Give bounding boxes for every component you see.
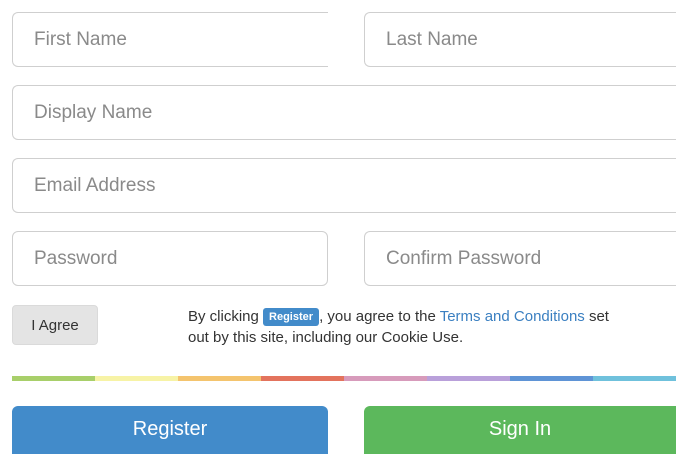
color-divider: [12, 376, 676, 381]
terms-text-before: By clicking: [188, 308, 264, 325]
display-name-input[interactable]: [12, 85, 676, 140]
registration-form: I Agree By clicking Register, you agree …: [0, 0, 676, 454]
color-divider-segment: [178, 376, 261, 381]
first-name-input[interactable]: [12, 12, 328, 67]
terms-notice-line-2: out by this site, including our Cookie U…: [188, 329, 464, 346]
i-agree-button[interactable]: I Agree: [12, 305, 98, 345]
email-address-input[interactable]: [12, 158, 676, 213]
terms-notice-line-1: By clicking Register, you agree to the T…: [188, 306, 676, 327]
color-divider-segment: [12, 376, 95, 381]
register-button[interactable]: Register: [12, 406, 328, 454]
sign-in-button[interactable]: Sign In: [364, 406, 676, 454]
confirm-password-input[interactable]: [364, 231, 676, 286]
terms-text-middle: , you agree to the: [319, 308, 440, 325]
terms-and-conditions-link[interactable]: Terms and Conditions: [440, 308, 585, 325]
register-badge: Register: [263, 308, 320, 326]
terms-notice: By clicking Register, you agree to the T…: [188, 306, 676, 348]
color-divider-segment: [593, 376, 676, 381]
last-name-input[interactable]: [364, 12, 676, 67]
terms-text-after: set: [584, 308, 609, 325]
color-divider-segment: [95, 376, 178, 381]
color-divider-segment: [510, 376, 593, 381]
password-input[interactable]: [12, 231, 328, 286]
color-divider-segment: [344, 376, 427, 381]
color-divider-segment: [427, 376, 510, 381]
color-divider-segment: [261, 376, 344, 381]
